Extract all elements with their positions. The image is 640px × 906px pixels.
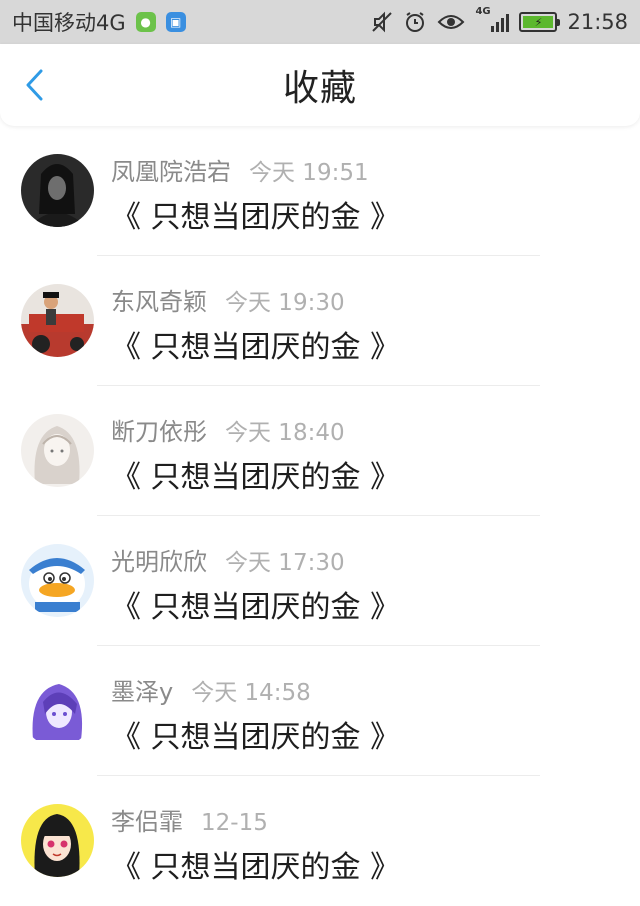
favorite-content: 《 只想当团厌的金 》 xyxy=(111,720,401,755)
avatar[interactable] xyxy=(21,804,94,877)
list-item[interactable]: 光明欣欣 今天 17:30 《 只想当团厌的金 》 xyxy=(0,516,640,646)
favorite-author: 光明欣欣 xyxy=(111,548,207,576)
wechat-notification-icon: ● xyxy=(135,12,156,32)
status-left: 中国移动4G ● ▣ xyxy=(12,7,186,37)
avatar[interactable] xyxy=(21,414,94,487)
favorite-content: 《 只想当团厌的金 》 xyxy=(111,850,401,885)
gallery-notification-icon: ▣ xyxy=(165,12,186,32)
avatar[interactable] xyxy=(21,544,94,617)
favorite-content: 《 只想当团厌的金 》 xyxy=(111,590,401,625)
favorite-author: 断刀依彤 xyxy=(111,418,207,446)
chevron-left-icon xyxy=(26,69,43,101)
favorites-list: 凤凰院浩宕 今天 19:51 《 只想当团厌的金 》 东风奇颖 今天 19:30… xyxy=(0,126,640,906)
back-button[interactable] xyxy=(20,69,50,101)
favorite-time: 今天 18:40 xyxy=(225,420,345,446)
favorite-author: 凤凰院浩宕 xyxy=(111,158,231,186)
favorite-content: 《 只想当团厌的金 》 xyxy=(111,330,401,365)
list-item[interactable]: 墨泽y 今天 14:58 《 只想当团厌的金 》 xyxy=(0,646,640,776)
favorite-time: 12-15 xyxy=(201,810,268,836)
battery-icon: ⚡ xyxy=(519,12,561,32)
favorite-content: 《 只想当团厌的金 》 xyxy=(111,200,401,235)
favorite-author: 墨泽y xyxy=(111,678,174,706)
carrier-label: 中国移动4G xyxy=(12,11,126,35)
status-bar: 中国移动4G ● ▣ 4G ⚡ 21:58 xyxy=(0,0,640,44)
eye-icon xyxy=(438,15,465,29)
clock-label: 21:58 xyxy=(567,10,628,34)
favorite-time: 今天 14:58 xyxy=(191,680,311,706)
favorite-author: 东风奇颖 xyxy=(111,288,207,316)
status-right: 4G ⚡ 21:58 xyxy=(371,6,628,35)
nav-bar: 收藏 xyxy=(0,44,640,126)
favorite-time: 今天 19:30 xyxy=(225,290,345,316)
alarm-icon xyxy=(406,12,425,32)
avatar[interactable] xyxy=(21,154,94,227)
mute-icon xyxy=(372,11,393,33)
favorite-time: 今天 19:51 xyxy=(249,160,369,186)
favorite-content: 《 只想当团厌的金 》 xyxy=(111,460,401,495)
avatar[interactable] xyxy=(21,674,94,747)
page-title: 收藏 xyxy=(282,68,357,109)
signal-icon: 4G xyxy=(475,6,510,35)
list-item[interactable]: 李侣霏 12-15 《 只想当团厌的金 》 xyxy=(0,776,640,906)
network-type-label: 4G xyxy=(475,6,491,17)
favorite-time: 今天 17:30 xyxy=(225,550,345,576)
favorite-author: 李侣霏 xyxy=(111,808,183,836)
avatar[interactable] xyxy=(21,284,94,357)
list-item[interactable]: 凤凰院浩宕 今天 19:51 《 只想当团厌的金 》 xyxy=(0,126,640,256)
list-item[interactable]: 断刀依彤 今天 18:40 《 只想当团厌的金 》 xyxy=(0,386,640,516)
list-item[interactable]: 东风奇颖 今天 19:30 《 只想当团厌的金 》 xyxy=(0,256,640,386)
